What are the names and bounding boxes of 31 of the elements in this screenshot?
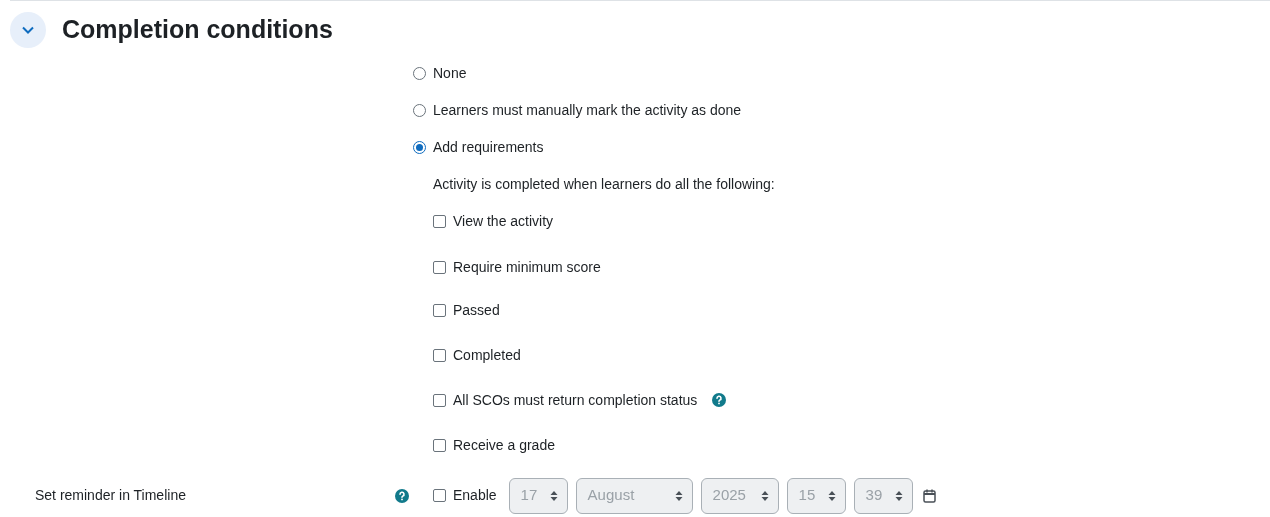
up-down-arrows-icon: [760, 489, 769, 502]
radio-button[interactable]: [413, 66, 426, 80]
checkbox-label: Receive a grade: [453, 435, 555, 455]
checkbox-label: View the activity: [453, 211, 554, 231]
checkbox[interactable]: [433, 214, 446, 228]
help-icon[interactable]: [395, 488, 409, 503]
up-down-arrows-icon: [827, 489, 836, 502]
checkbox-label: Passed: [453, 300, 500, 320]
checkbox[interactable]: [433, 393, 446, 407]
field-label: Set reminder in Timeline: [35, 486, 187, 505]
radio-label: Learners must manually mark the activity as done: [433, 100, 742, 120]
requirements-description: Activity is completed when learners do all the following:: [433, 174, 775, 194]
checkbox-label: Completed: [453, 345, 521, 365]
checkbox[interactable]: [433, 438, 446, 452]
calendar-icon[interactable]: [922, 488, 936, 503]
up-down-arrows-icon: [674, 489, 683, 502]
checkbox-label: Enable: [453, 486, 497, 505]
radio-button[interactable]: [413, 103, 426, 117]
up-down-arrows-icon: [549, 489, 558, 502]
checkbox-label: All SCOs must return completion status: [453, 390, 698, 410]
checkbox[interactable]: [433, 303, 446, 317]
help-icon[interactable]: [712, 393, 727, 407]
radio-label: None: [433, 63, 467, 83]
checkbox[interactable]: [433, 348, 446, 362]
up-down-arrows-icon: [894, 489, 903, 502]
radio-button[interactable]: [413, 140, 426, 154]
checkbox[interactable]: [433, 261, 446, 274]
checkbox-label: Require minimum score: [453, 258, 601, 277]
collapse-toggle[interactable]: [10, 11, 46, 48]
radio-label: Add requirements: [433, 137, 544, 157]
section-heading: Completion conditions: [62, 14, 333, 45]
